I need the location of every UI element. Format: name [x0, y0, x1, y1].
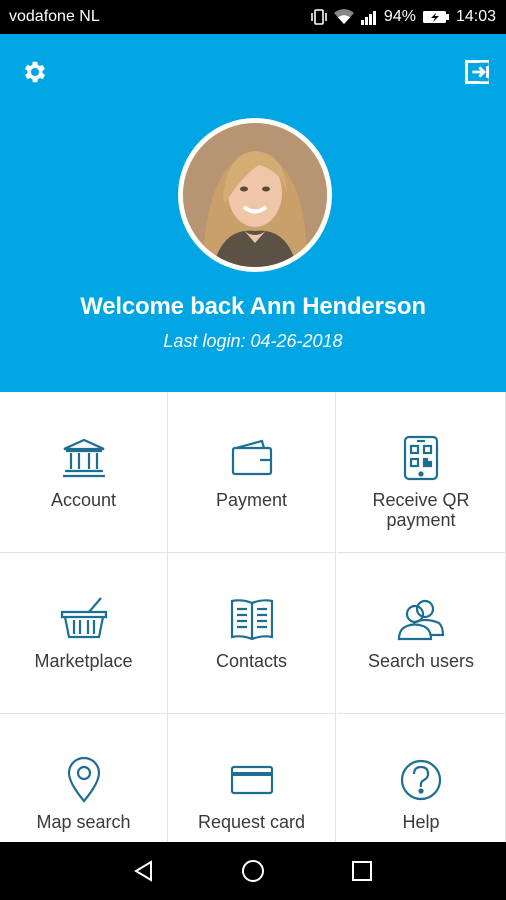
carrier-label: vodafone NL [9, 8, 100, 25]
menu-label: Payment [215, 490, 288, 510]
last-login: Last login: 04-26-2018 [163, 331, 343, 351]
wallet-icon [231, 439, 272, 476]
help-icon [400, 759, 442, 801]
battery-percent: 94% [383, 8, 416, 25]
menu-receive-qr[interactable]: Receive QR payment [337, 392, 506, 553]
users-icon [397, 599, 445, 641]
logout-icon [464, 59, 490, 85]
menu-label: Contacts [215, 651, 288, 671]
menu-label: Map search [36, 812, 131, 832]
clock: 14:03 [455, 8, 496, 25]
profile-header: Welcome back Ann Henderson Last login: 0… [0, 34, 506, 392]
battery-icon [422, 9, 450, 25]
signal-icon [360, 9, 378, 25]
qr-phone-icon [403, 435, 439, 481]
back-button[interactable] [124, 851, 164, 891]
menu-label: Receive QR payment [372, 490, 470, 530]
wifi-icon [333, 9, 354, 25]
menu-request-card[interactable]: Request card [168, 714, 336, 842]
system-nav-bar [0, 842, 506, 900]
status-icons: 94% 14:03 [310, 8, 496, 26]
recents-icon [351, 861, 372, 881]
recents-button[interactable] [342, 851, 382, 891]
menu-search-users[interactable]: Search users [337, 553, 506, 714]
menu-grid: Account Payment Receive QR payment Marke… [0, 392, 506, 842]
menu-account[interactable]: Account [0, 392, 168, 553]
map-pin-icon [67, 757, 100, 803]
card-icon [230, 765, 273, 795]
menu-label: Request card [197, 812, 306, 832]
settings-button[interactable] [18, 55, 52, 89]
status-bar: vodafone NL 94% 14:03 [0, 0, 506, 34]
menu-label: Marketplace [34, 651, 133, 671]
menu-contacts[interactable]: Contacts [168, 553, 336, 714]
book-icon [230, 599, 273, 641]
menu-payment[interactable]: Payment [168, 392, 336, 553]
user-photo [183, 123, 327, 267]
menu-marketplace[interactable]: Marketplace [0, 553, 168, 714]
logout-button[interactable] [460, 55, 494, 89]
menu-map-search[interactable]: Map search [0, 714, 168, 842]
bank-icon [62, 438, 105, 478]
home-button[interactable] [233, 851, 273, 891]
vibrate-icon [310, 9, 328, 25]
welcome-message: Welcome back Ann Henderson [80, 293, 426, 320]
home-icon [241, 860, 264, 882]
avatar[interactable] [178, 118, 332, 272]
menu-label: Account [50, 490, 117, 510]
menu-help[interactable]: Help [337, 714, 506, 842]
menu-label: Help [402, 812, 440, 832]
back-icon [134, 860, 153, 882]
gear-icon [24, 61, 46, 83]
menu-label: Search users [367, 651, 475, 671]
basket-icon [60, 597, 107, 639]
